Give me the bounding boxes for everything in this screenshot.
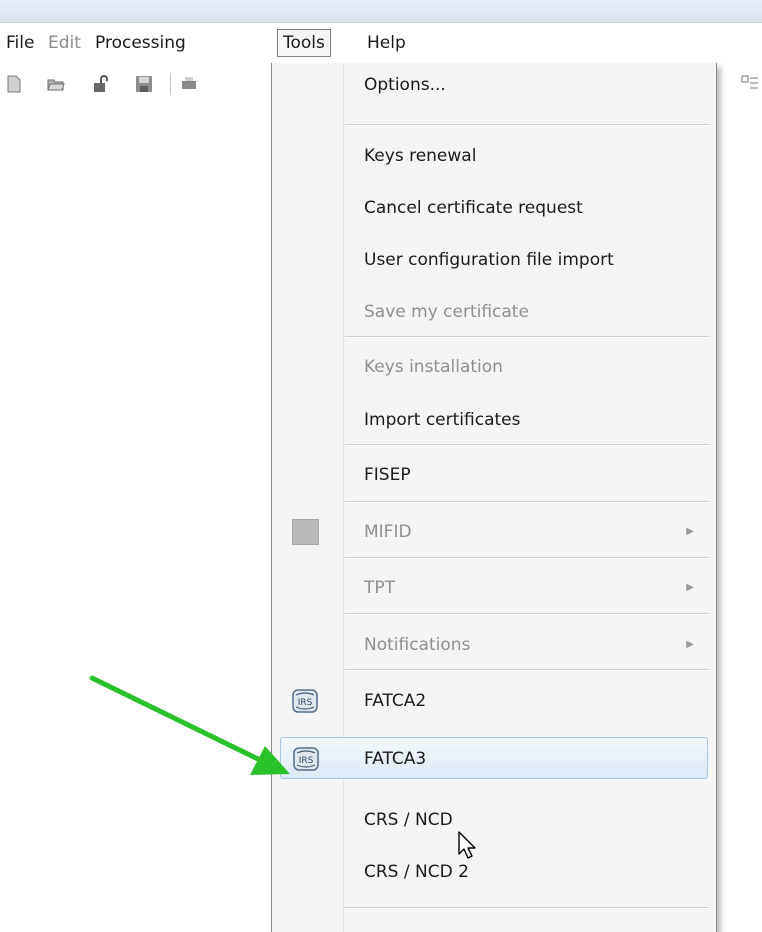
menu-item-keys-renewal[interactable]: Keys renewal (272, 135, 716, 177)
menu-item-tpt: TPT ▶ (272, 567, 716, 609)
menu-item-user-configuration-import[interactable]: User configuration file import (272, 239, 716, 281)
svg-text:IRS: IRS (299, 756, 314, 766)
menu-separator (345, 669, 709, 671)
menu-item-label: Keys installation (364, 357, 503, 377)
menu-item-notifications: Notifications ▶ (272, 624, 716, 666)
menu-item-label: CRS / NCD (364, 810, 453, 830)
menu-separator (345, 444, 709, 446)
menu-item-label: Cancel certificate request (364, 198, 583, 218)
menu-item-crs-ncd[interactable]: CRS / NCD (272, 799, 716, 841)
menu-processing[interactable]: Processing (89, 30, 192, 56)
menu-separator (345, 557, 709, 559)
svg-text:IRS: IRS (298, 698, 313, 708)
menu-item-label: TPT (364, 578, 396, 598)
menu-separator (345, 907, 709, 909)
toolbar-separator (170, 73, 171, 95)
print-icon[interactable] (180, 75, 198, 93)
menu-help[interactable]: Help (361, 30, 412, 56)
menu-separator (345, 124, 709, 126)
irs-logo-icon: IRS (292, 689, 318, 713)
toolbar-list-icon[interactable] (740, 74, 760, 94)
window-title-bar (0, 0, 762, 23)
menu-item-label: Keys renewal (364, 146, 477, 166)
menu-item-crs-ncd-2[interactable]: CRS / NCD 2 (272, 851, 716, 893)
menu-item-keys-installation: Keys installation (272, 346, 716, 388)
menu-item-cancel-certificate-request[interactable]: Cancel certificate request (272, 187, 716, 229)
menu-tools[interactable]: Tools (277, 29, 331, 57)
mifid-icon (292, 519, 319, 545)
mouse-pointer-icon (458, 831, 476, 859)
menu-item-mifid: MIFID ▶ (272, 511, 716, 553)
menu-item-fatca3[interactable]: IRS FATCA3 (280, 737, 708, 779)
open-folder-icon[interactable] (47, 75, 65, 93)
new-document-icon[interactable] (5, 75, 23, 93)
menu-item-options[interactable]: Options... (272, 64, 716, 106)
menu-item-label: FATCA2 (364, 691, 427, 711)
menu-item-label: Notifications (364, 635, 471, 655)
menu-bar: File Edit Processing Tools Help (0, 23, 762, 63)
menu-item-import-certificates[interactable]: Import certificates (272, 399, 716, 441)
menu-item-label: Import certificates (364, 410, 521, 430)
menu-item-fisep[interactable]: FISEP (272, 454, 716, 496)
menu-separator (345, 336, 709, 338)
irs-logo-icon: IRS (293, 747, 319, 771)
menu-item-save-my-certificate: Save my certificate (272, 291, 716, 333)
menu-separator (345, 501, 709, 503)
submenu-arrow-icon: ▶ (686, 582, 694, 593)
menu-item-label: Save my certificate (364, 302, 529, 322)
menu-separator (345, 613, 709, 615)
menu-item-label: CRS / NCD 2 (364, 862, 469, 882)
menu-item-label: MIFID (364, 522, 412, 542)
menu-file[interactable]: File (0, 30, 40, 56)
menu-item-label: Options... (364, 75, 446, 95)
menu-item-label: User configuration file import (364, 250, 614, 270)
menu-edit[interactable]: Edit (42, 30, 87, 56)
save-icon[interactable] (135, 75, 153, 93)
menu-item-label: FISEP (364, 465, 411, 485)
menu-item-label: FATCA3 (364, 749, 427, 769)
menu-item-fatca2[interactable]: IRS FATCA2 (272, 680, 716, 722)
unlock-icon[interactable] (92, 75, 110, 93)
tools-dropdown-menu: Options... Keys renewal Cancel certifica… (271, 63, 717, 932)
submenu-arrow-icon: ▶ (686, 639, 694, 650)
submenu-arrow-icon: ▶ (686, 526, 694, 537)
